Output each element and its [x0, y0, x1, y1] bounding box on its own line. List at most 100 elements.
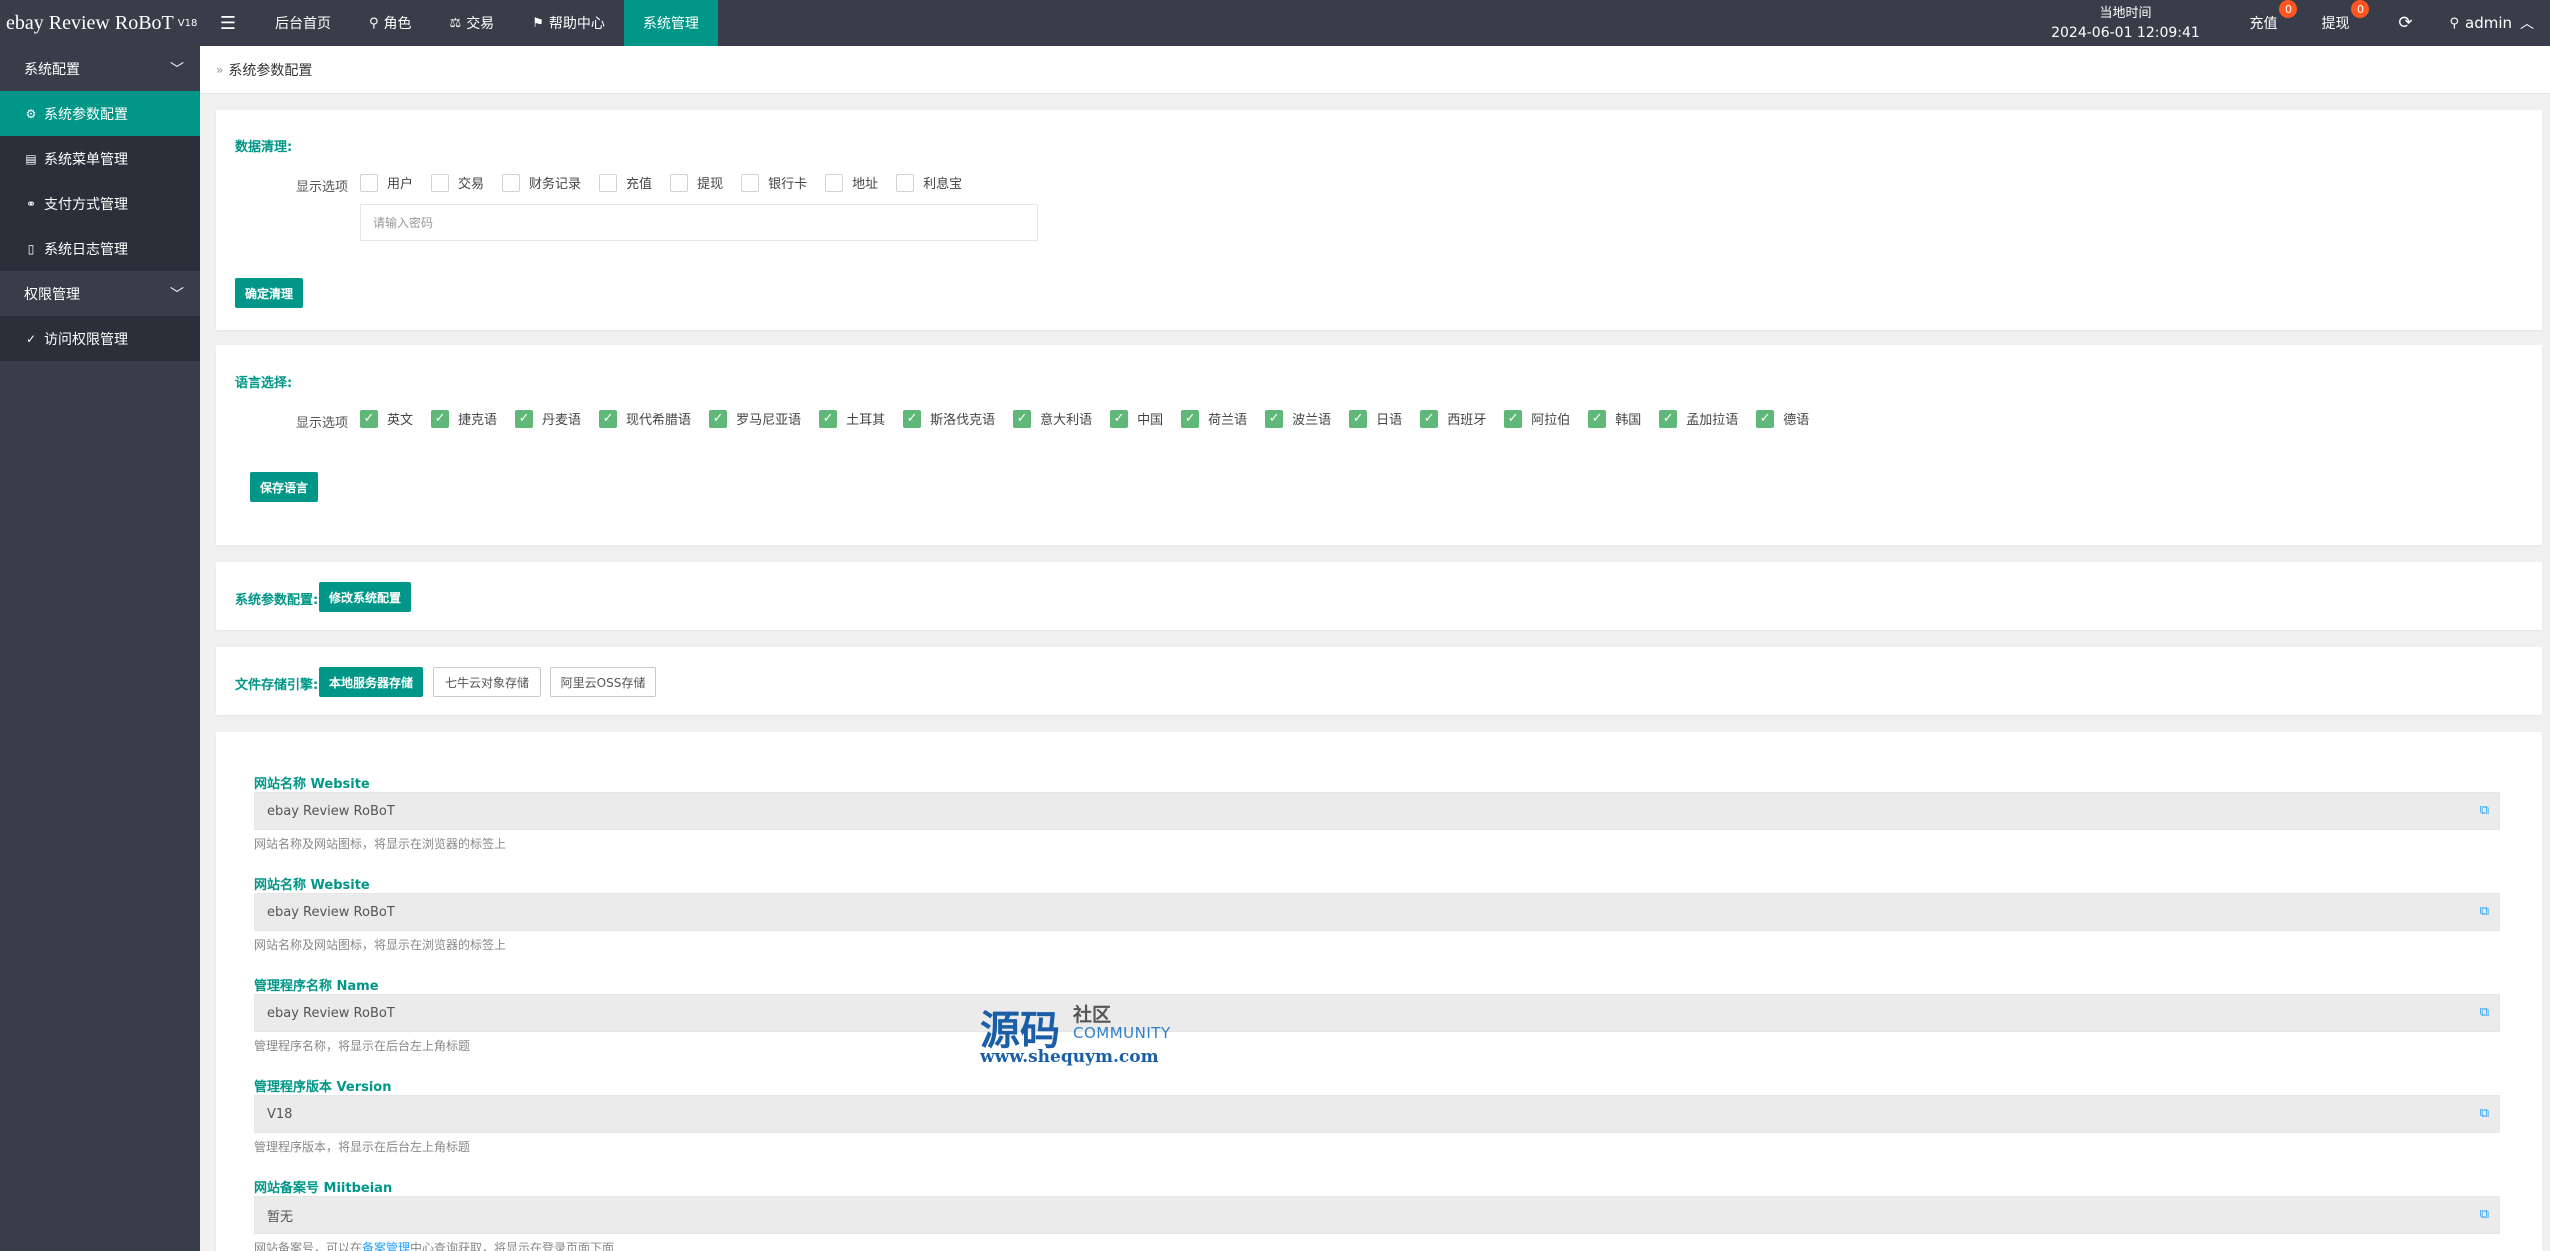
copy-icon[interactable]: ⧉	[2480, 904, 2489, 919]
clean-option-finance[interactable]: 财务记录	[502, 173, 581, 192]
withdraw-button[interactable]: 提现 0	[2299, 0, 2371, 46]
nav-item-trade[interactable]: ⚖ 交易	[431, 0, 514, 46]
checkbox-checked[interactable]: ✓	[599, 409, 618, 428]
checkbox-checked[interactable]: ✓	[1420, 409, 1439, 428]
checkbox-checked[interactable]: ✓	[1181, 409, 1200, 428]
checkbox-checked[interactable]: ✓	[1013, 409, 1032, 428]
app-logo[interactable]: ebay Review RoBoT V18	[0, 0, 200, 46]
clean-option-address[interactable]: 地址	[825, 173, 878, 192]
app-version-input[interactable]: V18 ⧉	[254, 1095, 2500, 1133]
checkbox-checked[interactable]: ✓	[360, 409, 378, 428]
sidebar-item-label: 系统日志管理	[44, 241, 128, 258]
sidebar-item-sys-params[interactable]: ⚙ 系统参数配置	[0, 91, 200, 136]
checkbox[interactable]	[431, 173, 450, 192]
checkbox-checked[interactable]: ✓	[1504, 409, 1523, 428]
nav-item-home[interactable]: 后台首页	[256, 0, 350, 46]
copy-icon[interactable]: ⧉	[2480, 803, 2489, 818]
lang-option[interactable]: ✓ 西班牙	[1420, 409, 1486, 428]
checkbox-checked[interactable]: ✓	[1756, 409, 1775, 428]
checkbox[interactable]	[670, 173, 689, 192]
checkbox-checked[interactable]: ✓	[1349, 409, 1368, 428]
sidebar-group-system-config[interactable]: 系统配置 ﹀	[0, 46, 200, 91]
lang-option[interactable]: ✓ 日语	[1349, 409, 1402, 428]
checkbox-checked[interactable]: ✓	[709, 409, 728, 428]
help-link[interactable]: 备案管理	[362, 1241, 410, 1251]
refresh-icon[interactable]: ⟳	[2385, 0, 2425, 46]
storage-local-button[interactable]: 本地服务器存储	[319, 667, 423, 697]
clean-option-users[interactable]: 用户	[360, 173, 413, 192]
lang-option[interactable]: ✓ 斯洛伐克语	[903, 409, 995, 428]
storage-qiniu-button[interactable]: 七牛云对象存储	[433, 667, 541, 697]
copy-icon[interactable]: ⧉	[2480, 1106, 2489, 1121]
lang-option[interactable]: ✓ 罗马尼亚语	[709, 409, 801, 428]
sidebar-group-permission[interactable]: 权限管理 ﹀	[0, 271, 200, 316]
lang-option[interactable]: ✓ 英文	[360, 409, 413, 428]
confirm-clean-button[interactable]: 确定清理	[235, 278, 303, 308]
clean-option-withdraw[interactable]: 提现	[670, 173, 723, 192]
checkbox[interactable]	[741, 173, 760, 192]
checkbox-label: 荷兰语	[1208, 413, 1248, 428]
checkbox-checked[interactable]: ✓	[1588, 409, 1607, 428]
lang-option[interactable]: ✓ 德语	[1756, 409, 1809, 428]
website-name-input-2[interactable]: ebay Review RoBoT ⧉	[254, 893, 2500, 931]
checkbox-checked[interactable]: ✓	[431, 409, 450, 428]
nav-item-help[interactable]: ⚑ 帮助中心	[513, 0, 624, 46]
local-clock: 当地时间 2024-06-01 12:09:41	[2043, 5, 2207, 42]
clean-option-bankcard[interactable]: 银行卡	[741, 173, 807, 192]
checkbox-checked[interactable]: ✓	[515, 409, 534, 428]
miitbeian-input[interactable]: 暂无 ⧉	[254, 1196, 2500, 1234]
checkbox-checked[interactable]: ✓	[1659, 409, 1678, 428]
nav-item-role[interactable]: ⚲ 角色	[350, 0, 431, 46]
clean-option-recharge[interactable]: 充值	[599, 173, 652, 192]
sidebar-item-log-manage[interactable]: ▯ 系统日志管理	[0, 226, 200, 271]
nav-item-system[interactable]: 系统管理	[623, 0, 718, 46]
sidebar-item-menu-manage[interactable]: ▤ 系统菜单管理	[0, 136, 200, 181]
lang-option[interactable]: ✓ 捷克语	[431, 409, 497, 428]
copy-icon[interactable]: ⧉	[2480, 1207, 2489, 1222]
nav-item-label: 后台首页	[275, 16, 331, 32]
lang-option[interactable]: ✓ 孟加拉语	[1659, 409, 1738, 428]
checkbox[interactable]	[825, 173, 844, 192]
checkbox-label: 中国	[1137, 413, 1164, 428]
app-name-input[interactable]: ebay Review RoBoT ⧉	[254, 994, 2500, 1032]
lang-option[interactable]: ✓ 现代希腊语	[599, 409, 691, 428]
user-menu[interactable]: ⚲ admin ︿	[2425, 0, 2550, 46]
edit-system-config-button[interactable]: 修改系统配置	[319, 582, 411, 612]
lang-option[interactable]: ✓ 意大利语	[1013, 409, 1092, 428]
sidebar-item-payment-manage[interactable]: ⚭ 支付方式管理	[0, 181, 200, 226]
lang-option[interactable]: ✓ 丹麦语	[515, 409, 581, 428]
checkbox-checked[interactable]: ✓	[903, 409, 922, 428]
checkbox-checked[interactable]: ✓	[1110, 409, 1129, 428]
lang-option[interactable]: ✓ 波兰语	[1265, 409, 1331, 428]
clean-option-trade[interactable]: 交易	[431, 173, 484, 192]
clean-option-interest[interactable]: 利息宝	[896, 173, 962, 192]
copy-icon[interactable]: ⧉	[2480, 1005, 2489, 1020]
checkbox[interactable]	[599, 173, 618, 192]
lang-option[interactable]: ✓ 韩国	[1588, 409, 1641, 428]
menu-toggle-icon[interactable]: ☰	[200, 0, 256, 46]
checkbox[interactable]	[896, 173, 915, 192]
field-help: 网站备案号，可以在备案管理中心查询获取，将显示在登录页面下面	[254, 1239, 614, 1251]
lang-option[interactable]: ✓ 中国	[1110, 409, 1163, 428]
storage-aliyun-button[interactable]: 阿里云OSS存储	[550, 667, 656, 697]
checkbox-label: 财务记录	[529, 177, 582, 192]
recharge-button[interactable]: 充值 0	[2227, 0, 2299, 46]
language-card: 语言选择: 显示选项 ✓ 英文 ✓ 捷克语 ✓ 丹麦语 ✓ 现代希腊语 ✓ 罗马尼亚语 ✓…	[216, 345, 2542, 545]
save-language-button[interactable]: 保存语言	[250, 472, 318, 502]
checkbox[interactable]	[502, 173, 521, 192]
shield-check-icon: ✓	[25, 331, 37, 346]
checkbox-checked[interactable]: ✓	[1265, 409, 1284, 428]
lang-option[interactable]: ✓ 土耳其	[819, 409, 885, 428]
lang-option[interactable]: ✓ 荷兰语	[1181, 409, 1247, 428]
recharge-badge: 0	[2279, 0, 2298, 18]
sidebar-item-access-permission[interactable]: ✓ 访问权限管理	[0, 316, 200, 361]
website-name-input[interactable]: ebay Review RoBoT ⧉	[254, 792, 2500, 830]
language-options: ✓ 英文 ✓ 捷克语 ✓ 丹麦语 ✓ 现代希腊语 ✓ 罗马尼亚语 ✓ 土耳其 ✓ 斯洛伐克语 …	[360, 409, 1827, 428]
checkbox[interactable]	[360, 173, 378, 192]
lang-option[interactable]: ✓ 阿拉伯	[1504, 409, 1570, 428]
checkbox-label: 英文	[387, 413, 414, 428]
checkbox-label: 土耳其	[846, 413, 886, 428]
checkbox-label: 斯洛伐克语	[930, 413, 996, 428]
clean-password-input[interactable]: 请输入密码	[360, 204, 1038, 241]
checkbox-checked[interactable]: ✓	[819, 409, 838, 428]
